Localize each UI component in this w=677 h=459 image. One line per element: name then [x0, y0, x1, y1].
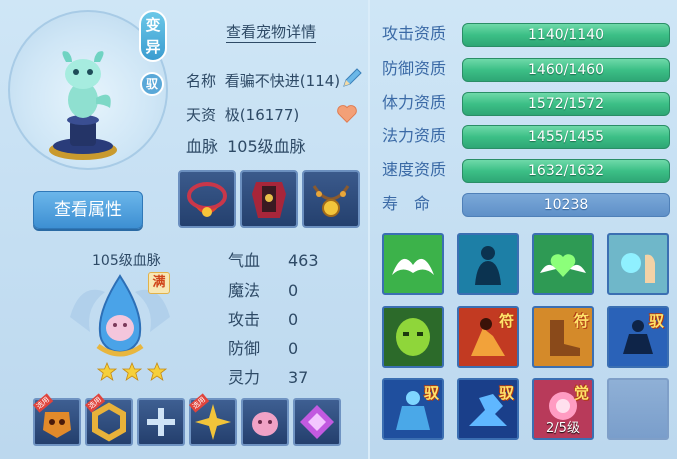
aptitude-bar-attack: 1140/1140 [462, 23, 670, 47]
heart-icon[interactable] [336, 103, 358, 125]
attr-label: 防御 [228, 339, 261, 358]
skill-level-text: 2/5级 [546, 421, 580, 436]
skill-rune-mark: 符 [498, 312, 514, 330]
bloodline-stars [97, 362, 167, 381]
red-necklace-icon [187, 182, 227, 217]
attr-label: 气血 [228, 251, 261, 270]
attr-label: 魔法 [228, 281, 261, 300]
view-pet-details-link[interactable]: 查看宠物详情 [226, 22, 317, 43]
tame-badge: 驭 [140, 72, 164, 96]
bottom-slot-6[interactable] [293, 398, 341, 446]
blue-silhouette-skill-icon [459, 235, 517, 293]
aptitude-label: 法力资质 [382, 126, 447, 145]
bottom-slot-4[interactable]: 选用 [189, 393, 237, 446]
pet-name-value: 看骗不快进(114) [224, 72, 341, 90]
skill-awaken-mark: 觉 [573, 384, 589, 402]
pet-name-label: 名称 [186, 72, 217, 90]
equipment-slot-armor[interactable] [240, 170, 298, 228]
skill-slot-6[interactable]: 符 [457, 306, 519, 368]
aptitude-bar-stamina: 1572/1572 [462, 92, 670, 116]
green-heart-wings-skill-icon [534, 235, 592, 293]
skill-tame-mark: 驭 [498, 384, 514, 402]
white-wings-skill-icon [384, 235, 442, 293]
attr-value: 463 [288, 251, 319, 270]
attr-row-defense: 防御 0 [228, 339, 298, 359]
bottom-slot-1[interactable]: 选用 [33, 393, 81, 446]
pink-beast-item-icon [252, 412, 278, 436]
aptitude-label: 攻击资质 [382, 24, 447, 43]
mutant-tag: 变 异 [139, 10, 167, 62]
aptitude-label: 防御资质 [382, 59, 447, 78]
green-mask-skill-icon [384, 308, 442, 366]
aptitude-bar-magic: 1455/1455 [462, 125, 670, 149]
skill-slot-2[interactable] [457, 233, 519, 295]
attr-value: 0 [288, 310, 299, 329]
bottom-slot-2[interactable]: 选用 [85, 393, 133, 446]
mutant-tag-char: 异 [145, 38, 161, 56]
skill-slot-3[interactable] [532, 233, 594, 295]
view-attributes-button[interactable]: 查看属性 [33, 191, 143, 229]
red-armor-icon [252, 182, 286, 218]
skill-tame-mark: 驭 [423, 384, 439, 402]
skill-tame-mark: 驭 [648, 312, 664, 330]
attr-value: 0 [288, 339, 299, 358]
aptitude-label: 体力资质 [382, 93, 447, 112]
pet-bloodline-value: 105级血脉 [227, 137, 306, 156]
skill-slot-1[interactable] [382, 233, 444, 295]
pet-talent-row: 天资 极(16177) [186, 105, 299, 125]
skill-slot-empty[interactable] [607, 378, 669, 440]
attr-value: 0 [288, 281, 299, 300]
spirit-hand-skill-icon [609, 235, 667, 293]
skill-slot-5[interactable] [382, 306, 444, 368]
attr-row-spirit: 灵力 37 [228, 368, 308, 388]
attr-label: 攻击 [228, 310, 261, 329]
skill-slot-10[interactable]: 驭 [457, 378, 519, 440]
mutant-tag-char: 变 [145, 16, 161, 34]
edit-name-pencil-icon[interactable] [340, 66, 364, 90]
gold-collar-icon [312, 185, 350, 217]
attr-label: 灵力 [228, 368, 261, 387]
panel-divider [368, 0, 370, 459]
star-icon [97, 362, 118, 381]
add-slot-icon [147, 408, 175, 436]
skill-slot-9[interactable]: 驭 [382, 378, 444, 440]
attr-row-mp: 魔法 0 [228, 281, 298, 301]
star-icon [121, 362, 143, 381]
star-icon [146, 362, 167, 381]
life-bar: 10238 [462, 193, 670, 217]
attr-value: 37 [288, 368, 309, 387]
pet-bloodline-row: 血脉 105级血脉 [186, 137, 306, 157]
pet-name-row: 名称 看骗不快进(114) [186, 71, 340, 91]
pet-talent-label: 天资 [186, 106, 217, 124]
purple-crystal-item-icon [300, 405, 334, 439]
skill-slot-11[interactable]: 觉 2/5级 [532, 378, 594, 440]
bottom-slot-5[interactable] [241, 398, 289, 446]
skill-slot-7[interactable]: 符 [532, 306, 594, 368]
attr-row-hp: 气血 463 [228, 251, 319, 271]
aptitude-label: 速度资质 [382, 160, 447, 179]
pet-bloodline-label: 血脉 [186, 137, 219, 156]
skill-slot-4[interactable] [607, 233, 669, 295]
bottom-slot-add[interactable] [137, 398, 185, 446]
pet-talent-value: 极(16177) [224, 106, 300, 124]
attr-row-attack: 攻击 0 [228, 310, 298, 330]
bloodline-full-tag: 满 [148, 272, 170, 294]
skill-rune-mark: 符 [573, 312, 589, 330]
equipment-slot-collar[interactable] [302, 170, 360, 228]
aptitude-bar-speed: 1632/1632 [462, 159, 670, 183]
life-label: 寿 命 [382, 194, 431, 213]
skill-slot-8[interactable]: 驭 [607, 306, 669, 368]
pet-figure-icon [49, 51, 117, 160]
aptitude-bar-defense: 1460/1460 [462, 58, 670, 82]
equipment-slot-necklace[interactable] [178, 170, 236, 228]
